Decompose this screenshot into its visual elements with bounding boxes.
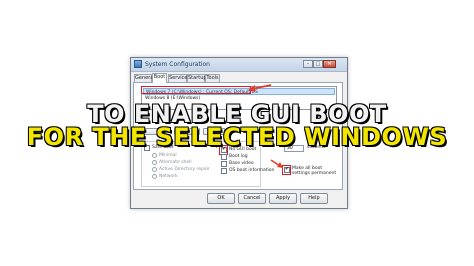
maximize-button[interactable]: □ xyxy=(313,60,323,68)
highlight-selected-os xyxy=(141,86,251,94)
base-video-checkbox[interactable] xyxy=(221,161,227,167)
close-button[interactable]: ✕ xyxy=(323,60,336,68)
ok-button[interactable]: OK xyxy=(207,193,235,204)
msconfig-app-icon xyxy=(134,60,142,68)
tab-services[interactable]: Services xyxy=(168,74,190,82)
tab-startup[interactable]: Startup xyxy=(187,74,207,82)
os-boot-information-label: OS boot information xyxy=(229,168,275,173)
arrow-to-make-permanent xyxy=(270,159,283,168)
make-permanent-label: Make all boot settings permanent xyxy=(292,166,337,176)
title-bar[interactable]: System Configuration – □ ✕ xyxy=(131,58,347,72)
alternate-shell-radio[interactable] xyxy=(152,160,157,165)
base-video-label: Base video xyxy=(229,161,254,166)
caption-line-2: FOR THE SELECTED WINDOWS xyxy=(26,123,448,151)
tab-strip: General Boot Services Startup Tools xyxy=(133,73,345,83)
tab-boot[interactable]: Boot xyxy=(152,73,167,83)
minimize-button[interactable]: – xyxy=(303,60,313,68)
minimal-radio[interactable] xyxy=(152,153,157,158)
network-radio[interactable] xyxy=(152,174,157,179)
network-label: Network xyxy=(159,174,178,179)
active-directory-repair-label: Active Directory repair xyxy=(159,167,210,172)
tab-general[interactable]: General xyxy=(134,74,155,82)
minimal-label: Minimal xyxy=(159,153,177,158)
os-boot-information-checkbox[interactable] xyxy=(221,168,227,174)
alternate-shell-label: Alternate shell xyxy=(159,160,192,165)
help-button[interactable]: Help xyxy=(300,193,328,204)
cancel-button[interactable]: Cancel xyxy=(238,193,266,204)
window-title: System Configuration xyxy=(145,61,210,68)
active-directory-repair-radio[interactable] xyxy=(152,167,157,172)
arrow-to-selected-os xyxy=(248,84,272,92)
tab-tools[interactable]: Tools xyxy=(205,74,220,82)
apply-button[interactable]: Apply xyxy=(269,193,297,204)
boot-log-checkbox[interactable] xyxy=(221,154,227,160)
boot-log-label: Boot log xyxy=(229,154,248,159)
